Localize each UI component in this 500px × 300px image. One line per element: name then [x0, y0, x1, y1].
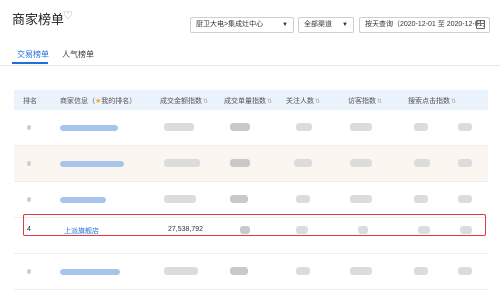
column-header-visitors[interactable]: 访客指数⇅ [348, 96, 382, 106]
tab-trade-ranking[interactable]: 交易榜单 [17, 49, 49, 60]
blurred-value [414, 267, 428, 275]
ranking-tabs: 交易榜单 人气榜单 [0, 40, 500, 66]
blurred-value [230, 267, 248, 275]
sort-icon: ⇅ [451, 99, 457, 105]
blurred-value [458, 159, 472, 167]
blurred-value [296, 267, 310, 275]
blurred-merchant-link[interactable] [60, 197, 106, 203]
column-header-amount[interactable]: 成交金额指数⇅ [160, 96, 208, 106]
blurred-value [230, 195, 248, 203]
column-header-merchant-label: 商家信息（ [60, 98, 95, 105]
table-row[interactable] [14, 110, 488, 146]
blurred-value [458, 123, 472, 131]
blurred-value [164, 195, 196, 203]
blurred-value [458, 195, 472, 203]
blurred-value [350, 195, 372, 203]
column-header-orders[interactable]: 成交单量指数⇅ [224, 96, 272, 106]
table-row[interactable] [14, 182, 488, 218]
column-header-merchant: 商家信息（★我的排名） [60, 96, 136, 106]
chevron-down-icon: ▼ [282, 22, 288, 28]
blurred-rank [27, 197, 31, 202]
page-title: 商家榜单 [12, 12, 65, 27]
blurred-value [230, 123, 250, 131]
blurred-merchant-link[interactable] [60, 269, 120, 275]
blurred-value [414, 195, 428, 203]
category-select-value: 厨卫大电>集成灶中心 [196, 21, 264, 28]
date-range-value: 按天查询（2020-12-01 至 2020-12-01） [365, 21, 490, 28]
channel-select[interactable]: 全部渠道 ▼ [298, 17, 354, 33]
blurred-rank [27, 125, 31, 130]
sort-icon: ⇅ [315, 99, 321, 105]
tab-popularity-ranking[interactable]: 人气榜单 [62, 49, 94, 60]
blurred-merchant-link[interactable] [60, 125, 118, 131]
date-range-picker[interactable]: 按天查询（2020-12-01 至 2020-12-01） [359, 17, 490, 33]
chevron-down-icon: ▼ [342, 22, 348, 28]
table-header: 排名 商家信息（★我的排名） 成交金额指数⇅ 成交单量指数⇅ 关注人数⇅ 访客指… [14, 90, 488, 110]
blurred-value [296, 195, 310, 203]
table-row[interactable] [14, 254, 488, 290]
blurred-value [164, 123, 194, 131]
blurred-value [164, 159, 200, 167]
sort-icon: ⇅ [377, 99, 383, 105]
blurred-rank [27, 269, 31, 274]
blurred-value [294, 159, 312, 167]
table-row[interactable] [14, 146, 488, 182]
column-header-rank: 排名 [23, 98, 37, 105]
sort-icon: ⇅ [203, 99, 209, 105]
blurred-value [230, 159, 250, 167]
blurred-value [350, 123, 372, 131]
column-header-followers[interactable]: 关注人数⇅ [286, 96, 320, 106]
blurred-value [414, 123, 428, 131]
blurred-value [350, 159, 372, 167]
blurred-value [296, 123, 312, 131]
blurred-rank [27, 161, 31, 166]
blurred-value [414, 159, 430, 167]
row-highlight-box [23, 214, 486, 236]
calendar-icon [476, 20, 485, 29]
sort-icon: ⇅ [267, 99, 273, 105]
column-header-search-clicks[interactable]: 搜索点击指数⇅ [408, 96, 456, 106]
category-select[interactable]: 厨卫大电>集成灶中心 ▼ [190, 17, 294, 33]
page-header: 商家榜单 ♡ 厨卫大电>集成灶中心 ▼ 全部渠道 ▼ 按天查询（2020-12-… [0, 0, 500, 40]
active-tab-indicator [12, 62, 48, 64]
column-header-merchant-suffix: 我的排名） [101, 98, 137, 105]
blurred-value [350, 267, 372, 275]
channel-select-value: 全部渠道 [304, 21, 332, 28]
blurred-merchant-link[interactable] [60, 161, 124, 167]
blurred-value [458, 267, 472, 275]
blurred-value [164, 267, 198, 275]
heart-outline-icon[interactable]: ♡ [63, 10, 75, 22]
